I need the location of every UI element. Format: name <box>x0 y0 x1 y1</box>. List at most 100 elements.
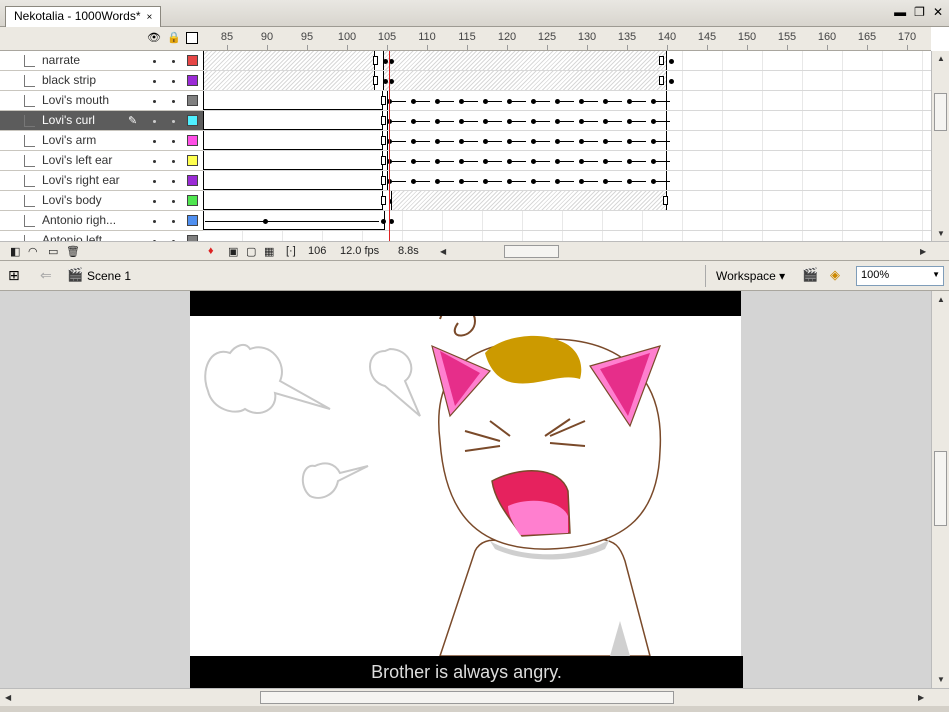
empty-keyframe <box>381 96 387 105</box>
scroll-left-icon[interactable]: ◀ <box>440 247 446 256</box>
eye-icon[interactable]: 👁 <box>147 32 161 44</box>
layer-outline-color[interactable] <box>187 195 198 206</box>
lock-toggle[interactable] <box>172 80 175 83</box>
scroll-left-icon[interactable]: ◀ <box>5 693 11 702</box>
layer-row[interactable]: Lovi's left ear <box>0 151 203 171</box>
visibility-toggle[interactable] <box>153 220 156 223</box>
layer-row[interactable]: narrate <box>0 51 203 71</box>
layer-row[interactable]: Lovi's arm <box>0 131 203 151</box>
layer-row[interactable]: Antonio righ... <box>0 211 203 231</box>
frame-number-label: 125 <box>537 31 557 43</box>
onion-skin-icon[interactable]: ▣ <box>228 245 238 258</box>
stage[interactable]: Brother is always angry. <box>190 291 743 688</box>
new-layer-icon[interactable]: ◧ <box>10 245 20 258</box>
frame-number-label: 170 <box>897 31 917 43</box>
edit-multiple-frames-icon[interactable]: ▦ <box>264 245 274 258</box>
add-motion-guide-icon[interactable]: ◠ <box>28 245 38 258</box>
lock-toggle[interactable] <box>172 100 175 103</box>
frame-ruler[interactable]: 85 90 95 100 105 110 115 120 125 130 135 140 145 150 1… <box>203 27 931 51</box>
scroll-down-icon[interactable]: ▼ <box>937 229 945 238</box>
layer-row[interactable]: Antonio left <box>0 231 203 241</box>
tween-arrow <box>488 121 502 122</box>
visibility-toggle[interactable] <box>153 160 156 163</box>
workspace-button[interactable]: Workspace ▾ <box>716 269 785 283</box>
layer-row[interactable]: Lovi's curl ✎ <box>0 111 203 131</box>
scroll-up-icon[interactable]: ▲ <box>937 295 945 304</box>
stage-vertical-scrollbar[interactable]: ▲ ▼ <box>931 291 949 688</box>
layer-outline-color[interactable] <box>187 155 198 166</box>
layer-outline-color[interactable] <box>187 55 198 66</box>
lock-toggle[interactable] <box>172 200 175 203</box>
layer-outline-color[interactable] <box>187 75 198 86</box>
frame-row[interactable] <box>203 91 931 111</box>
close-tab-icon[interactable]: × <box>147 12 153 23</box>
modify-onion-markers-icon[interactable]: [·] <box>286 245 296 257</box>
visibility-toggle[interactable] <box>153 100 156 103</box>
restore-icon[interactable]: ❐ <box>914 5 925 19</box>
frame-grid[interactable] <box>203 51 931 241</box>
lock-toggle[interactable] <box>172 140 175 143</box>
lock-toggle[interactable] <box>172 120 175 123</box>
pencil-icon: ✎ <box>128 115 138 127</box>
stage-horizontal-scrollbar[interactable]: ◀ ▶ <box>0 688 949 706</box>
edit-symbols-icon[interactable]: ◈ <box>830 267 840 283</box>
frame-row[interactable] <box>203 211 931 231</box>
scroll-thumb[interactable] <box>934 93 947 131</box>
timeline-horizontal-scrollbar[interactable]: ◀ ▶ <box>440 245 930 258</box>
stage-artwork[interactable] <box>190 291 743 688</box>
visibility-toggle[interactable] <box>153 140 156 143</box>
new-folder-icon[interactable]: ▭ <box>48 245 58 258</box>
lock-toggle[interactable] <box>172 180 175 183</box>
frame-row[interactable] <box>203 191 931 211</box>
frame-row[interactable] <box>203 151 931 171</box>
center-frame-icon[interactable]: ♦ <box>208 245 214 257</box>
timeline-toggle-icon[interactable]: ⊞ <box>8 267 20 284</box>
frame-row[interactable] <box>203 231 931 241</box>
delete-layer-icon[interactable]: 🗑 <box>66 245 80 258</box>
layer-row[interactable]: Lovi's body <box>0 191 203 211</box>
back-arrow-icon[interactable]: ⇐ <box>40 267 52 284</box>
lock-toggle[interactable] <box>172 60 175 63</box>
scroll-thumb[interactable] <box>260 691 674 704</box>
scroll-right-icon[interactable]: ▶ <box>918 693 924 702</box>
tween-arrow <box>440 181 454 182</box>
visibility-toggle[interactable] <box>153 180 156 183</box>
layer-row[interactable]: Lovi's mouth <box>0 91 203 111</box>
visibility-toggle[interactable] <box>153 80 156 83</box>
zoom-select[interactable]: 100% ▼ <box>856 266 944 286</box>
scroll-up-icon[interactable]: ▲ <box>937 54 945 63</box>
scroll-thumb[interactable] <box>934 451 947 526</box>
visibility-toggle[interactable] <box>153 60 156 63</box>
minimize-icon[interactable]: ▬ <box>894 5 906 19</box>
layer-outline-color[interactable] <box>187 135 198 146</box>
layer-outline-color[interactable] <box>187 115 198 126</box>
frame-row[interactable] <box>203 71 931 91</box>
edit-scene-icon[interactable]: 🎬 <box>802 267 818 283</box>
lock-toggle[interactable] <box>172 160 175 163</box>
close-window-icon[interactable]: ✕ <box>933 5 943 19</box>
lock-toggle[interactable] <box>172 220 175 223</box>
scroll-down-icon[interactable]: ▼ <box>937 675 945 684</box>
outline-icon[interactable] <box>186 32 198 44</box>
timeline-vertical-scrollbar[interactable]: ▲ ▼ <box>931 51 949 241</box>
frame-row[interactable] <box>203 131 931 151</box>
layer-outline-color[interactable] <box>187 215 198 226</box>
scroll-right-icon[interactable]: ▶ <box>920 247 926 256</box>
frame-row[interactable] <box>203 171 931 191</box>
layer-row[interactable]: black strip <box>0 71 203 91</box>
layer-icon <box>24 55 35 67</box>
visibility-toggle[interactable] <box>153 120 156 123</box>
layer-outline-color[interactable] <box>187 175 198 186</box>
empty-keyframe <box>659 76 664 85</box>
scroll-thumb[interactable] <box>504 245 559 258</box>
onion-outlines-icon[interactable]: ▢ <box>246 245 256 258</box>
lock-icon[interactable]: 🔒 <box>167 32 181 44</box>
frame-row[interactable] <box>203 51 931 71</box>
tween-arrow <box>512 181 526 182</box>
layer-outline-color[interactable] <box>187 95 198 106</box>
document-tab[interactable]: Nekotalia - 1000Words* × <box>5 6 162 27</box>
layer-name: Lovi's right ear <box>42 173 120 187</box>
layer-row[interactable]: Lovi's right ear <box>0 171 203 191</box>
visibility-toggle[interactable] <box>153 200 156 203</box>
frame-row[interactable] <box>203 111 931 131</box>
